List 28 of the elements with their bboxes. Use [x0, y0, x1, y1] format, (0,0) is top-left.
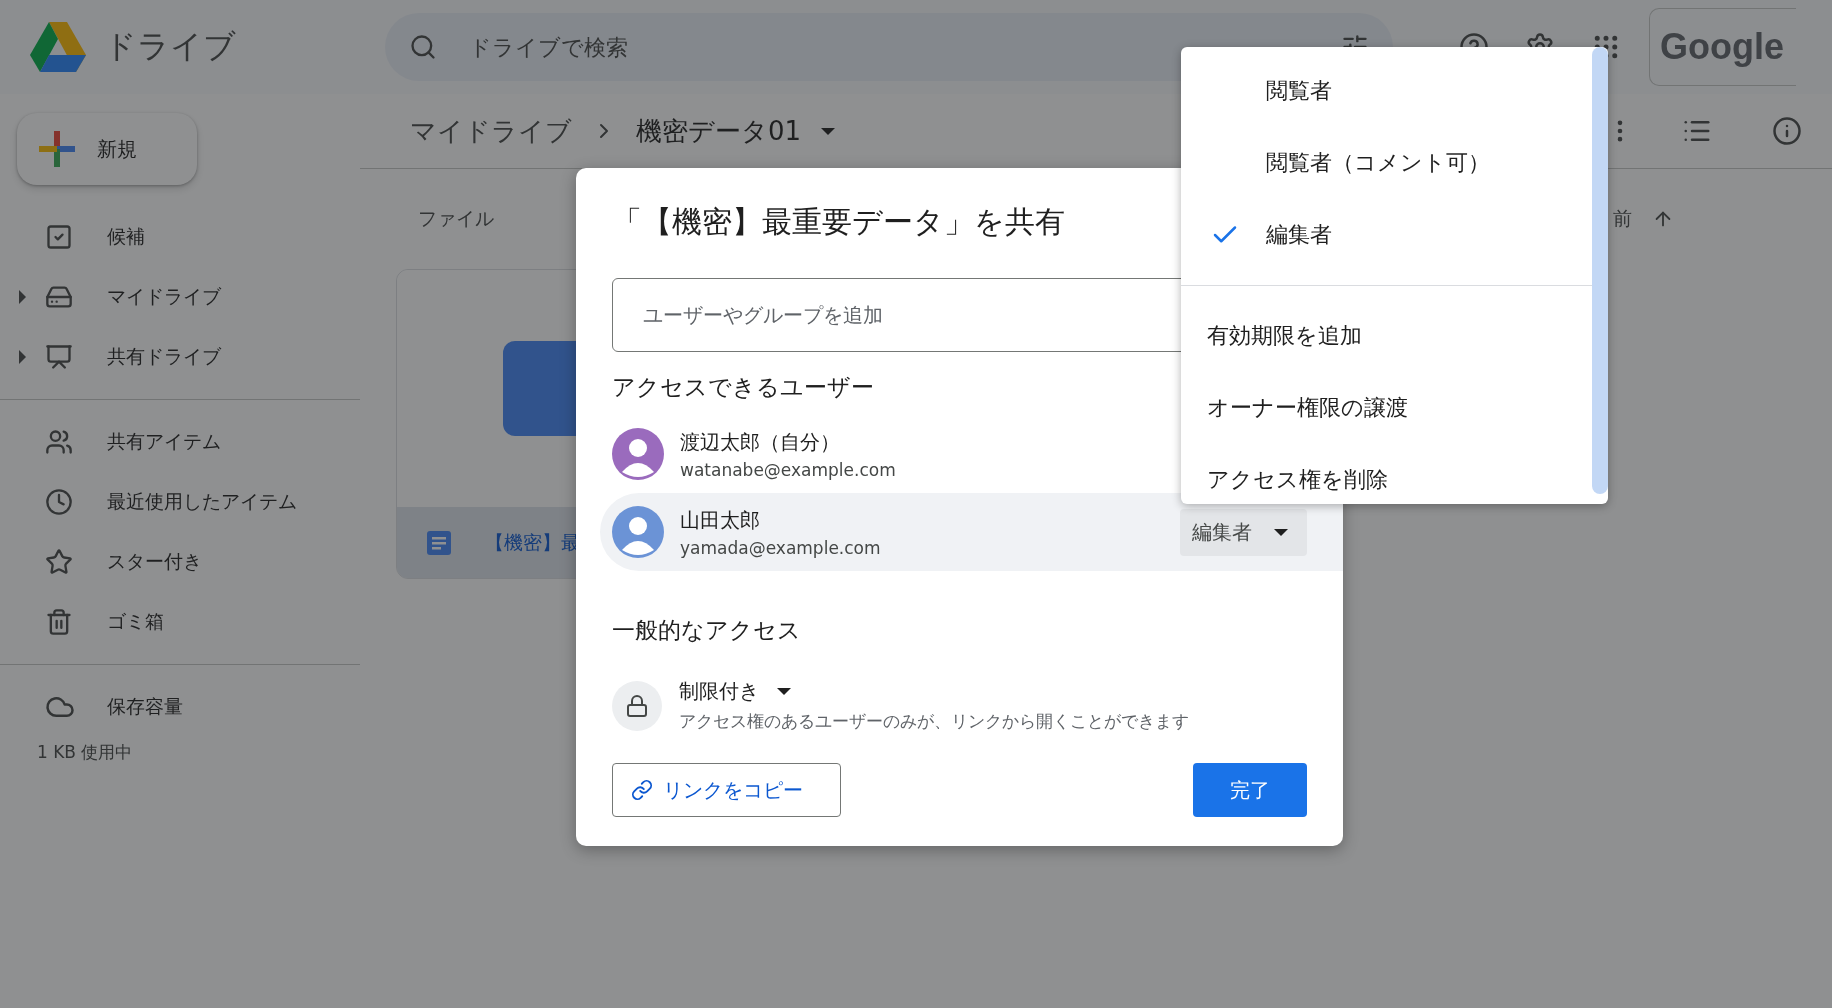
copy-link-button[interactable]: リンクをコピー	[612, 763, 841, 817]
breadcrumb-link[interactable]: マイドライブ	[410, 113, 572, 149]
account-logo[interactable]: Google	[1649, 8, 1796, 86]
app-name: ドライブ	[104, 26, 236, 67]
menu-item[interactable]: オーナー権限の譲渡	[1181, 372, 1561, 444]
sidebar-item[interactable]: 候補	[0, 207, 360, 267]
sidebar-item[interactable]: マイドライブ	[0, 267, 360, 327]
sidebar-item[interactable]: スター付き	[0, 532, 360, 592]
sort-label[interactable]: 前	[1613, 206, 1632, 232]
access-level-dropdown[interactable]: 制限付き	[679, 678, 791, 705]
done-button[interactable]: 完了	[1193, 763, 1307, 817]
sidebar-item[interactable]: ゴミ箱	[0, 592, 360, 652]
breadcrumb-current[interactable]: 機密データ01	[636, 113, 802, 149]
menu-item[interactable]: 閲覧者（コメント可）	[1181, 127, 1561, 199]
sidebar-item[interactable]: 最近使用したアイテム	[0, 472, 360, 532]
dialog-title: 「【機密】最重要データ」を共有	[612, 203, 1065, 241]
section-label: ファイル	[418, 206, 494, 231]
person-row[interactable]: 山田太郎 yamada@example.com 編集者	[600, 493, 1343, 571]
new-button[interactable]: 新規	[17, 113, 197, 185]
sidebar-item[interactable]: 共有アイテム	[0, 412, 360, 472]
sidebar-item[interactable]: 共有ドライブ	[0, 327, 360, 387]
general-access-heading: 一般的なアクセス	[612, 616, 802, 645]
storage-usage: 1 KB 使用中	[36, 741, 134, 764]
storage-item[interactable]: 保存容量	[0, 677, 360, 737]
menu-item[interactable]: 編集者	[1181, 199, 1561, 271]
role-dropdown[interactable]: 編集者	[1180, 508, 1307, 556]
search-bar[interactable]: ドライブで検索	[385, 13, 1393, 81]
access-description: アクセス権のあるユーザーのみが、リンクから開くことができます	[679, 711, 1189, 733]
